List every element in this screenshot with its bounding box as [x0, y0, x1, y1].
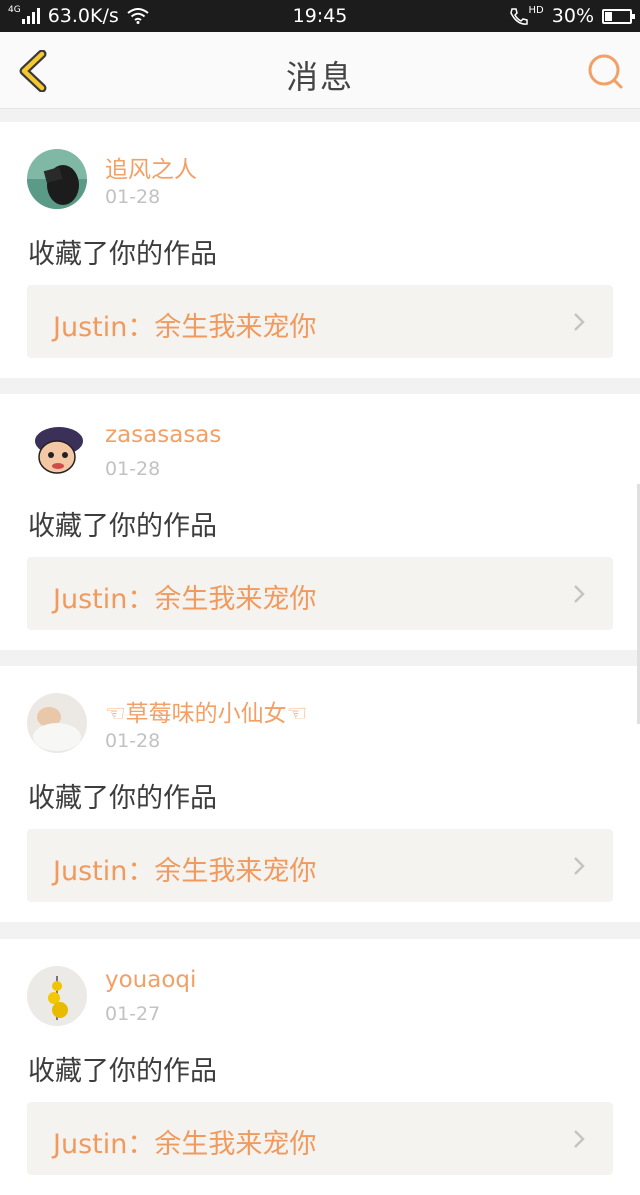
avatar-image [27, 149, 87, 209]
message-action: 收藏了你的作品 [28, 783, 217, 814]
message-card: youaoqi 01-27 收藏了你的作品 Justin：余生我来宠你 [0, 939, 640, 1195]
search-icon[interactable] [586, 52, 626, 92]
battery-icon [602, 8, 635, 24]
hd-badge: HD [528, 4, 544, 16]
nav-header: 消息 [0, 32, 640, 109]
message-card: ☜草莓味的小仙女☜ 01-28 收藏了你的作品 Justin：余生我来宠你 [0, 666, 640, 922]
work-title: Justin：余生我来宠你 [53, 856, 317, 887]
chevron-right-icon [574, 585, 585, 603]
battery-percent: 30% [551, 5, 594, 27]
work-link[interactable]: Justin：余生我来宠你 [27, 1102, 613, 1175]
phone-icon [509, 8, 528, 25]
username-link[interactable]: 追风之人 [105, 150, 197, 184]
avatar[interactable] [27, 149, 87, 209]
work-link[interactable]: Justin：余生我来宠你 [27, 557, 613, 630]
message-date: 01-28 [105, 730, 161, 752]
chevron-right-icon [574, 313, 585, 331]
avatar[interactable] [27, 966, 87, 1026]
work-title: Justin：余生我来宠你 [53, 312, 317, 343]
work-link[interactable]: Justin：余生我来宠你 [27, 829, 613, 902]
status-bar: 4G 63.0K/s 19:45 HD 30% [0, 0, 640, 32]
message-date: 01-27 [105, 1003, 161, 1025]
message-date: 01-28 [105, 186, 161, 208]
avatar[interactable] [27, 693, 87, 753]
avatar-image [27, 693, 87, 753]
work-link[interactable]: Justin：余生我来宠你 [27, 285, 613, 358]
username-link[interactable]: youaoqi [105, 967, 196, 993]
message-date: 01-28 [105, 458, 161, 480]
message-card: 追风之人 01-28 收藏了你的作品 Justin：余生我来宠你 [0, 122, 640, 378]
page-title: 消息 [285, 58, 354, 96]
work-title: Justin：余生我来宠你 [53, 1129, 317, 1160]
message-action: 收藏了你的作品 [28, 511, 217, 542]
chevron-right-icon [574, 857, 585, 875]
work-title: Justin：余生我来宠你 [53, 584, 317, 615]
username-link[interactable]: zasasasas [105, 422, 221, 448]
avatar-image [27, 421, 87, 481]
username-link[interactable]: ☜草莓味的小仙女☜ [105, 694, 307, 728]
message-action: 收藏了你的作品 [28, 239, 217, 270]
message-card: zasasasas 01-28 收藏了你的作品 Justin：余生我来宠你 [0, 394, 640, 650]
chevron-right-icon [574, 1130, 585, 1148]
message-action: 收藏了你的作品 [28, 1056, 217, 1087]
avatar[interactable] [27, 421, 87, 481]
status-right: HD 30% [509, 4, 635, 27]
battery-fill [605, 11, 613, 21]
avatar-image [27, 966, 87, 1026]
